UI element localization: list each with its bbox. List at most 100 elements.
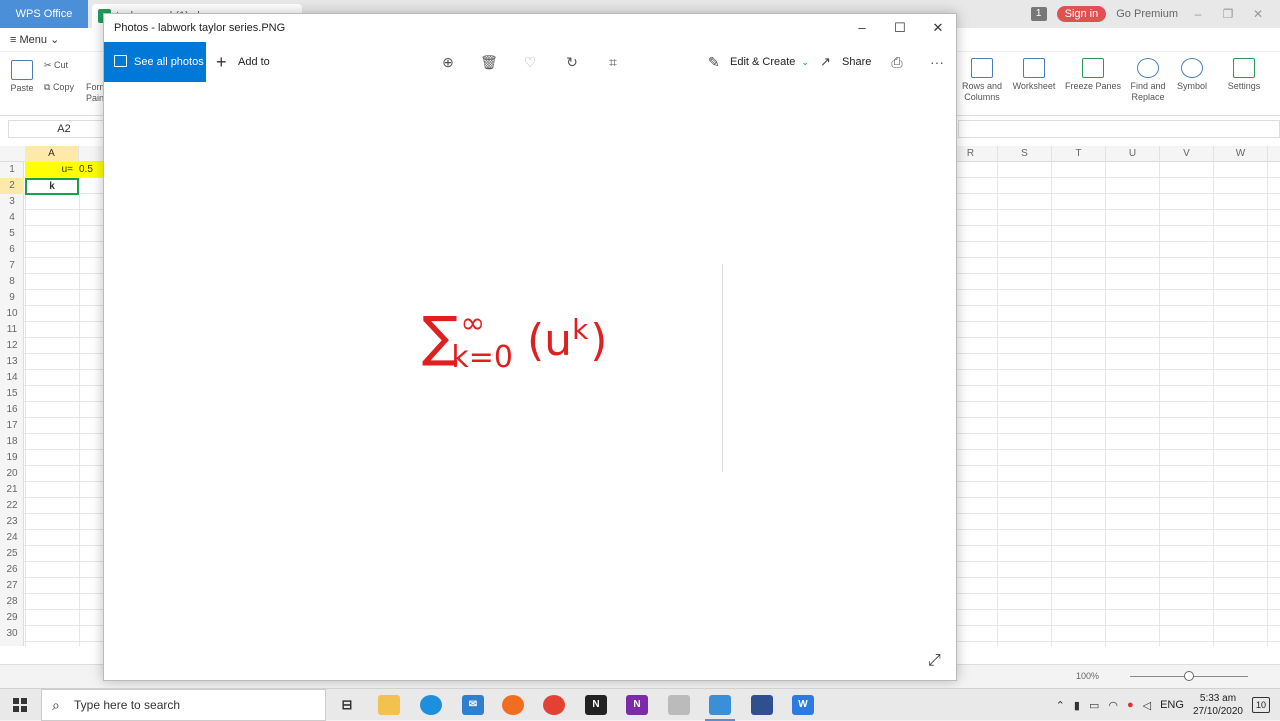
notification-center-icon[interactable]: 10 [1252, 697, 1270, 713]
find-replace-button[interactable]: Find and Replace [1126, 58, 1170, 103]
row-header-cell[interactable]: 12 [0, 338, 24, 354]
row-header-cell[interactable]: 11 [0, 322, 24, 338]
row-header-cell[interactable]: 24 [0, 530, 24, 546]
more-options-icon[interactable]: ··· [927, 52, 947, 72]
row-header-cell[interactable]: 9 [0, 290, 24, 306]
row-header-cell[interactable]: 4 [0, 210, 24, 226]
copy-button[interactable]: ⧉ Copy [44, 82, 84, 93]
row-header-cell[interactable]: 22 [0, 498, 24, 514]
zoom-slider-thumb[interactable] [1184, 671, 1194, 681]
row-header-cell[interactable]: 19 [0, 450, 24, 466]
clock[interactable]: 5:33 am 27/10/2020 [1193, 692, 1243, 718]
cell-b1[interactable]: 0.5 [79, 162, 103, 177]
see-all-photos-button[interactable]: See all photos [104, 42, 206, 82]
row-header-cell[interactable]: 3 [0, 194, 24, 210]
column-header-a[interactable]: A [25, 146, 79, 162]
paste-button[interactable]: Paste [8, 60, 36, 94]
go-premium-button[interactable]: Go Premium [1116, 8, 1178, 20]
freeze-panes-icon [1082, 58, 1104, 78]
zoom-level[interactable]: 100% [1076, 671, 1099, 681]
row-header-cell[interactable]: 8 [0, 274, 24, 290]
column-header-v[interactable]: V [1160, 146, 1214, 162]
column-header-t[interactable]: T [1052, 146, 1106, 162]
freeze-panes-button[interactable]: Freeze Panes [1064, 58, 1122, 92]
row-header-cell[interactable]: 2 [0, 178, 24, 194]
symbol-button[interactable]: Symbol [1172, 58, 1212, 92]
close-icon[interactable]: ✕ [1248, 7, 1268, 21]
row-header-cell[interactable]: 5 [0, 226, 24, 242]
task-view-icon[interactable]: ⊟ [336, 695, 358, 715]
row-header-cell[interactable]: 16 [0, 402, 24, 418]
row-header-cell[interactable]: 26 [0, 562, 24, 578]
row-header-cell[interactable]: 29 [0, 610, 24, 626]
sign-in-button[interactable]: Sign in [1056, 6, 1107, 22]
row-header-cell[interactable]: 17 [0, 418, 24, 434]
photo-viewer[interactable]: ∑∞k=0 (uk) ⤢ [104, 82, 956, 680]
wps-office-icon[interactable]: W [792, 695, 814, 715]
wifi-icon[interactable]: ◠ [1108, 699, 1118, 712]
minimize-icon[interactable]: – [1188, 7, 1208, 21]
delete-icon[interactable]: 🗑 [479, 52, 499, 72]
row-header-cell[interactable]: 7 [0, 258, 24, 274]
row-header-cell[interactable]: 27 [0, 578, 24, 594]
antivirus-icon[interactable]: ● [1127, 699, 1134, 711]
chrome-icon[interactable] [543, 695, 565, 715]
format-painter-button[interactable]: Form Pain [86, 82, 104, 104]
row-header-cell[interactable]: 13 [0, 354, 24, 370]
print-icon[interactable]: ⎙ [887, 52, 907, 72]
restore-icon[interactable]: ❐ [1218, 7, 1238, 21]
favorite-heart-icon[interactable]: ♡ [520, 52, 540, 72]
edit-create-button[interactable]: ✎ Edit & Create ⌄ [708, 42, 809, 82]
share-label: Share [842, 56, 872, 68]
minimize-icon[interactable]: – [842, 18, 882, 38]
rows-and-columns-button[interactable]: Rows and Columns [960, 58, 1004, 103]
rotate-icon[interactable]: ↻ [562, 52, 582, 72]
wps-app-tab[interactable]: WPS Office [0, 0, 88, 28]
share-button[interactable]: ↗ Share [820, 42, 871, 82]
maximize-icon[interactable]: ☐ [880, 18, 920, 38]
photos-app-icon[interactable] [705, 695, 735, 721]
row-header-cell[interactable]: 6 [0, 242, 24, 258]
firefox-icon[interactable] [502, 695, 524, 715]
file-explorer-icon[interactable] [378, 695, 400, 715]
security-app-icon[interactable] [751, 695, 773, 715]
language-indicator[interactable]: ENG [1160, 699, 1184, 711]
row-header-cell[interactable]: 18 [0, 434, 24, 450]
close-icon[interactable]: ✕ [918, 18, 958, 38]
volume-icon[interactable]: ◁ [1143, 699, 1151, 712]
taskbar-search-box[interactable]: ⌕ Type here to search [41, 689, 326, 721]
row-header-cell[interactable]: 30 [0, 626, 24, 642]
onenote-icon[interactable]: N [626, 695, 648, 715]
settings-button[interactable]: Settings [1222, 58, 1266, 92]
formula-bar[interactable] [958, 120, 1280, 138]
worksheet-button[interactable]: Worksheet [1008, 58, 1060, 92]
cut-button[interactable]: ✂ Cut [44, 60, 78, 71]
row-header-cell[interactable]: 23 [0, 514, 24, 530]
zoom-in-icon[interactable]: ⊕ [438, 52, 458, 72]
battery-icon[interactable]: ▭ [1089, 699, 1099, 712]
column-header-u[interactable]: U [1106, 146, 1160, 162]
column-header-s[interactable]: S [998, 146, 1052, 162]
window-count-badge[interactable]: 1 [1030, 7, 1047, 21]
column-header-w[interactable]: W [1214, 146, 1268, 162]
usb-drive-icon[interactable] [668, 695, 690, 715]
menu-button[interactable]: ≡ Menu ⌄ [10, 33, 59, 46]
row-header-cell[interactable]: 21 [0, 482, 24, 498]
start-button[interactable] [0, 689, 40, 721]
add-to-button[interactable]: + Add to [216, 42, 270, 82]
microphone-icon[interactable]: ▮ [1074, 699, 1080, 712]
row-header-cell[interactable]: 28 [0, 594, 24, 610]
row-header-cell[interactable]: 14 [0, 370, 24, 386]
fullscreen-expand-icon[interactable]: ⤢ [928, 652, 941, 670]
chevron-up-icon[interactable]: ⌃ [1056, 699, 1065, 712]
row-header-cell[interactable]: 25 [0, 546, 24, 562]
edge-icon[interactable] [420, 695, 442, 715]
row-header-cell[interactable]: 20 [0, 466, 24, 482]
row-header-cell[interactable]: 1 [0, 162, 24, 178]
row-header-cell[interactable]: 15 [0, 386, 24, 402]
mail-icon[interactable]: ✉ [462, 695, 484, 715]
row-header-cell[interactable]: 10 [0, 306, 24, 322]
notion-icon[interactable]: N [585, 695, 607, 715]
cell-a2-selected[interactable]: k [25, 178, 79, 195]
crop-icon[interactable]: ⌗ [603, 52, 623, 72]
